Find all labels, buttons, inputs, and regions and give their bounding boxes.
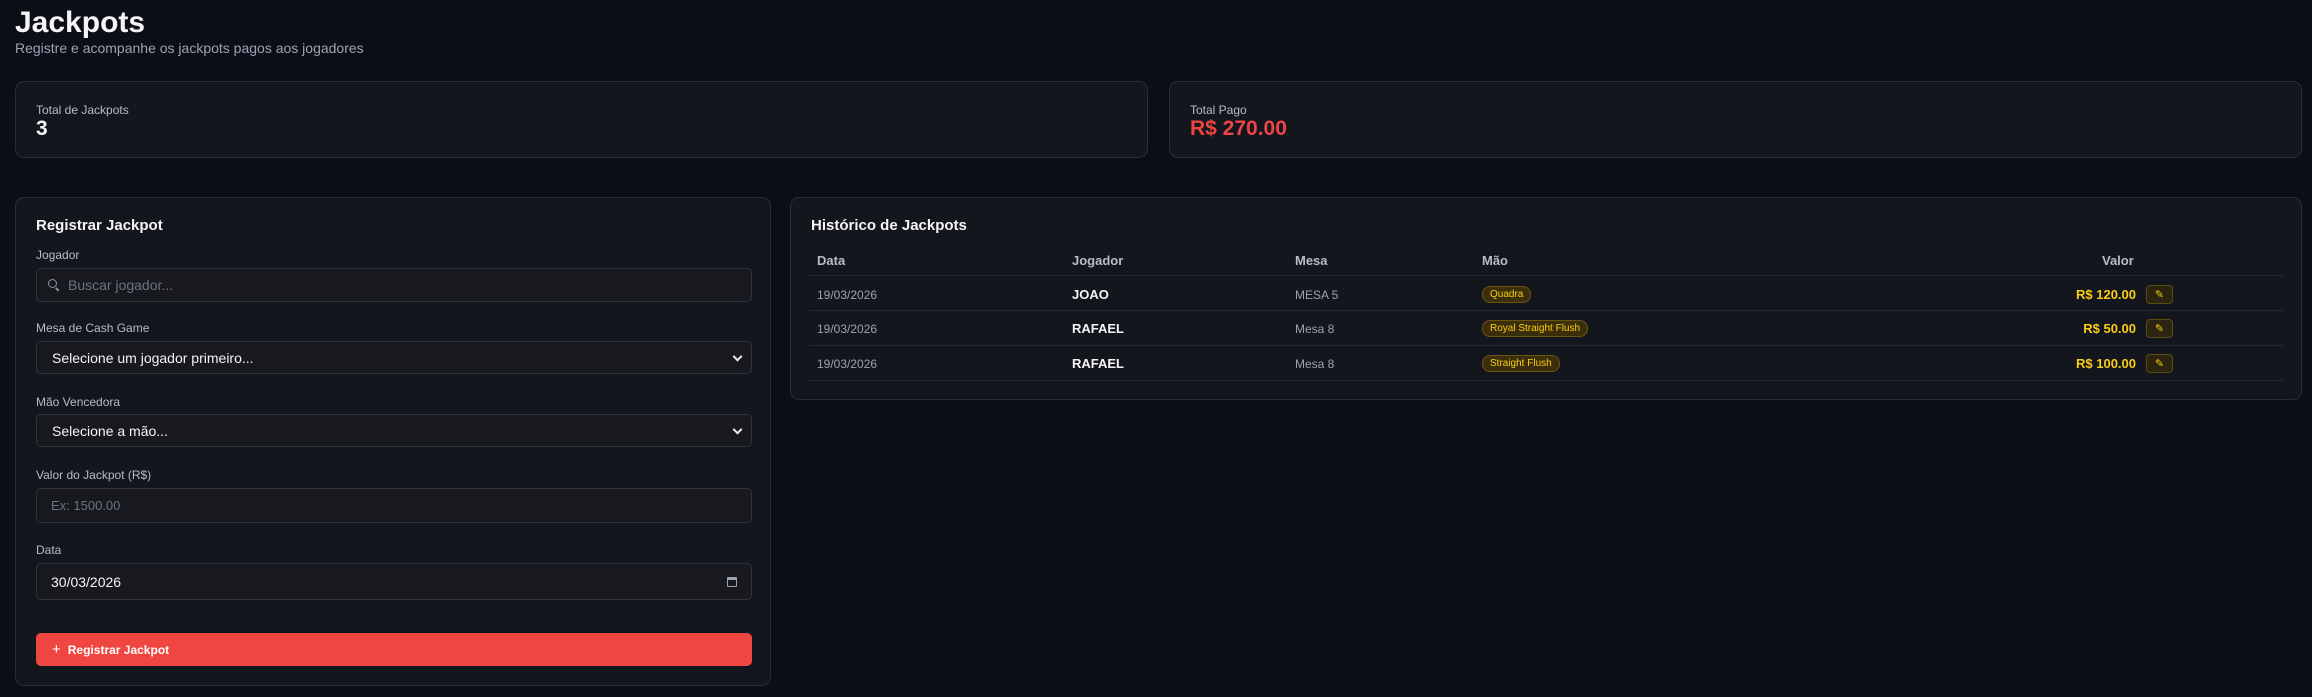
hand-select-value: Selecione a mão... [52, 422, 168, 439]
calendar-icon[interactable] [727, 576, 737, 587]
register-jackpot-button-label: Registrar Jackpot [67, 642, 170, 657]
column-header-date: Data [817, 253, 846, 268]
jackpot-history-panel: Histórico de Jackpots Data Jogador Mesa … [790, 197, 2302, 400]
date-label: Data [36, 543, 62, 557]
row-divider [809, 310, 2283, 311]
register-jackpot-panel: Registrar Jackpot Jogador Buscar jogador… [15, 197, 771, 686]
column-header-table: Mesa [1295, 253, 1328, 268]
row-hand-badge: Quadra [1482, 286, 1532, 303]
hand-label: Mão Vencedora [36, 395, 121, 409]
row-player: RAFAEL [1072, 356, 1124, 371]
row-date: 19/03/2026 [817, 322, 878, 336]
column-header-hand: Mão [1482, 253, 1508, 268]
edit-button[interactable]: ✎ [2146, 354, 2173, 373]
row-date: 19/03/2026 [817, 357, 878, 371]
row-divider [809, 380, 2283, 381]
register-jackpot-title: Registrar Jackpot [36, 217, 163, 234]
row-hand-badge: Royal Straight Flush [1482, 320, 1589, 337]
hand-select[interactable]: Selecione a mão... [36, 414, 752, 447]
row-table: Mesa 8 [1295, 357, 1335, 371]
total-jackpots-value: 3 [36, 117, 48, 140]
amount-label: Valor do Jackpot (R$) [36, 468, 152, 482]
total-paid-card: Total Pago R$ 270.00 [1169, 81, 2302, 158]
register-jackpot-button[interactable]: + Registrar Jackpot [36, 633, 752, 666]
column-header-value: Valor [2102, 253, 2134, 268]
row-hand-badge: Straight Flush [1482, 355, 1560, 372]
jackpot-history-title: Histórico de Jackpots [811, 217, 967, 234]
pencil-icon: ✎ [2154, 323, 2165, 335]
edit-button[interactable]: ✎ [2146, 285, 2173, 304]
plus-icon: + [52, 641, 61, 658]
table-select-value: Selecione um jogador primeiro... [52, 349, 254, 366]
amount-placeholder: Ex: 1500.00 [51, 498, 121, 513]
row-date: 19/03/2026 [817, 288, 878, 302]
row-player: RAFAEL [1072, 321, 1124, 336]
chevron-down-icon [732, 424, 743, 435]
page-title: Jackpots [15, 6, 146, 39]
row-divider [809, 345, 2283, 346]
page-subtitle: Registre e acompanhe os jackpots pagos a… [15, 40, 364, 56]
row-table: Mesa 8 [1295, 322, 1335, 336]
chevron-down-icon [732, 351, 743, 362]
row-value: R$ 120.00 [2076, 287, 2136, 302]
pencil-icon: ✎ [2154, 358, 2165, 370]
row-value: R$ 100.00 [2076, 356, 2136, 371]
player-search-input[interactable]: Buscar jogador... [36, 268, 752, 302]
column-header-player: Jogador [1072, 253, 1124, 268]
total-paid-value: R$ 270.00 [1190, 117, 1287, 140]
date-input[interactable]: 30/03/2026 [36, 563, 752, 600]
total-paid-label: Total Pago [1190, 103, 1247, 117]
total-jackpots-card: Total de Jackpots 3 [15, 81, 1148, 158]
row-value: R$ 50.00 [2083, 321, 2136, 336]
table-label: Mesa de Cash Game [36, 321, 150, 335]
table-select[interactable]: Selecione um jogador primeiro... [36, 341, 752, 374]
row-player: JOAO [1072, 287, 1109, 302]
amount-input[interactable]: Ex: 1500.00 [36, 488, 752, 523]
date-value: 30/03/2026 [51, 573, 122, 590]
edit-button[interactable]: ✎ [2146, 319, 2173, 338]
player-label: Jogador [36, 248, 80, 262]
total-jackpots-label: Total de Jackpots [36, 103, 129, 117]
player-search-placeholder: Buscar jogador... [68, 277, 174, 293]
pencil-icon: ✎ [2154, 289, 2165, 301]
search-icon [48, 279, 60, 291]
row-table: MESA 5 [1295, 288, 1339, 302]
header-divider [809, 275, 2283, 276]
